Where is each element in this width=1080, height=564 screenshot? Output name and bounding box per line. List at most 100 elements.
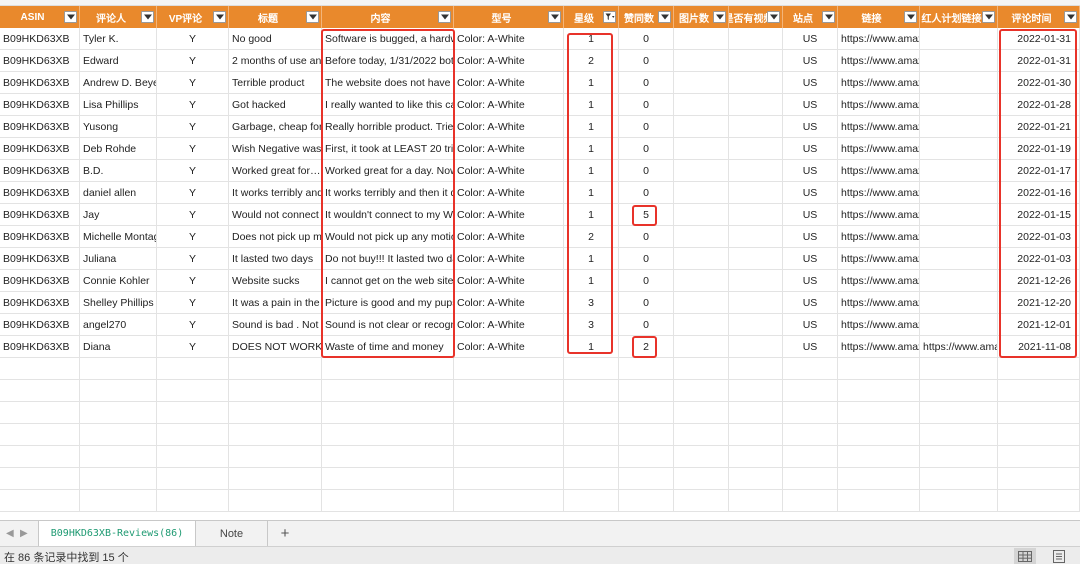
cell-site[interactable]: [783, 380, 838, 402]
cell-title[interactable]: Worked great for….: [229, 160, 322, 182]
cell-rating[interactable]: [564, 402, 619, 424]
cell-images[interactable]: [674, 292, 729, 314]
page-view-icon[interactable]: [1048, 548, 1070, 564]
cell-likes[interactable]: 0: [619, 248, 674, 270]
cell-site[interactable]: US: [783, 226, 838, 248]
cell-date[interactable]: 2021-11-08: [998, 336, 1080, 358]
cell-vp[interactable]: [157, 380, 229, 402]
cell-images[interactable]: [674, 314, 729, 336]
cell-asin[interactable]: [0, 358, 80, 380]
cell-model[interactable]: Color: A-White: [454, 270, 564, 292]
cell-link[interactable]: https://www.amazo: [838, 50, 920, 72]
cell-asin[interactable]: [0, 490, 80, 512]
filter-dropdown-icon[interactable]: [64, 11, 77, 23]
cell-rating[interactable]: [564, 424, 619, 446]
cell-rating[interactable]: 1: [564, 116, 619, 138]
cell-link[interactable]: https://www.amazo: [838, 292, 920, 314]
cell-video[interactable]: [729, 358, 783, 380]
filter-dropdown-icon[interactable]: [658, 11, 671, 23]
cell-model[interactable]: [454, 468, 564, 490]
cell-date[interactable]: 2021-12-26: [998, 270, 1080, 292]
cell-video[interactable]: [729, 270, 783, 292]
cell-content[interactable]: Really horrible product. Tried t: [322, 116, 454, 138]
filter-dropdown-icon[interactable]: [1064, 11, 1077, 23]
cell-influencer-link[interactable]: [920, 314, 998, 336]
cell-images[interactable]: [674, 358, 729, 380]
cell-asin[interactable]: B09HKD63XB: [0, 292, 80, 314]
cell-site[interactable]: US: [783, 248, 838, 270]
cell-model[interactable]: [454, 358, 564, 380]
cell-date[interactable]: 2021-12-20: [998, 292, 1080, 314]
cell-likes[interactable]: [619, 468, 674, 490]
cell-reviewer[interactable]: Diana: [80, 336, 157, 358]
cell-video[interactable]: [729, 314, 783, 336]
cell-link[interactable]: https://www.amazo: [838, 182, 920, 204]
cell-rating[interactable]: 1: [564, 160, 619, 182]
cell-rating[interactable]: 1: [564, 248, 619, 270]
cell-site[interactable]: US: [783, 160, 838, 182]
cell-influencer-link[interactable]: [920, 160, 998, 182]
cell-link[interactable]: https://www.amazo: [838, 94, 920, 116]
cell-reviewer[interactable]: [80, 468, 157, 490]
cell-title[interactable]: DOES NOT WORK: [229, 336, 322, 358]
cell-model[interactable]: Color: A-White: [454, 226, 564, 248]
cell-date[interactable]: [998, 490, 1080, 512]
cell-video[interactable]: [729, 292, 783, 314]
cell-content[interactable]: Worked great for a day. Now w: [322, 160, 454, 182]
cell-reviewer[interactable]: [80, 380, 157, 402]
cell-vp[interactable]: Y: [157, 28, 229, 50]
cell-images[interactable]: [674, 380, 729, 402]
cell-rating[interactable]: 2: [564, 50, 619, 72]
cell-link[interactable]: https://www.amazo: [838, 28, 920, 50]
cell-model[interactable]: Color: A-White: [454, 72, 564, 94]
cell-reviewer[interactable]: angel270: [80, 314, 157, 336]
cell-model[interactable]: [454, 402, 564, 424]
cell-asin[interactable]: [0, 468, 80, 490]
cell-likes[interactable]: [619, 490, 674, 512]
cell-rating[interactable]: 1: [564, 72, 619, 94]
cell-date[interactable]: 2022-01-21: [998, 116, 1080, 138]
cell-link[interactable]: https://www.amazo: [838, 336, 920, 358]
cell-influencer-link[interactable]: https://www.amaz: [920, 336, 998, 358]
cell-reviewer[interactable]: Edward: [80, 50, 157, 72]
tab-reviews-sheet[interactable]: B09HKD63XB-Reviews(86): [38, 521, 196, 546]
cell-influencer-link[interactable]: [920, 72, 998, 94]
cell-title[interactable]: No good: [229, 28, 322, 50]
cell-influencer-link[interactable]: [920, 116, 998, 138]
cell-influencer-link[interactable]: [920, 50, 998, 72]
cell-site[interactable]: US: [783, 138, 838, 160]
cell-rating[interactable]: [564, 358, 619, 380]
cell-content[interactable]: It works terribly and then it do: [322, 182, 454, 204]
cell-title[interactable]: Would not connect o: [229, 204, 322, 226]
cell-asin[interactable]: B09HKD63XB: [0, 72, 80, 94]
cell-link[interactable]: [838, 490, 920, 512]
cell-model[interactable]: Color: A-White: [454, 314, 564, 336]
cell-asin[interactable]: B09HKD63XB: [0, 28, 80, 50]
cell-content[interactable]: Software is bugged, a hardwire: [322, 28, 454, 50]
cell-site[interactable]: [783, 446, 838, 468]
cell-model[interactable]: Color: A-White: [454, 94, 564, 116]
cell-vp[interactable]: Y: [157, 248, 229, 270]
cell-reviewer[interactable]: Connie Kohler: [80, 270, 157, 292]
cell-content[interactable]: Picture is good and my pups o: [322, 292, 454, 314]
cell-images[interactable]: [674, 336, 729, 358]
cell-images[interactable]: [674, 226, 729, 248]
cell-influencer-link[interactable]: [920, 182, 998, 204]
cell-asin[interactable]: B09HKD63XB: [0, 204, 80, 226]
cell-video[interactable]: [729, 248, 783, 270]
cell-site[interactable]: [783, 468, 838, 490]
cell-images[interactable]: [674, 446, 729, 468]
cell-likes[interactable]: [619, 358, 674, 380]
cell-vp[interactable]: Y: [157, 160, 229, 182]
cell-asin[interactable]: B09HKD63XB: [0, 94, 80, 116]
cell-video[interactable]: [729, 468, 783, 490]
cell-video[interactable]: [729, 72, 783, 94]
cell-content[interactable]: [322, 424, 454, 446]
cell-date[interactable]: 2022-01-03: [998, 248, 1080, 270]
cell-asin[interactable]: [0, 446, 80, 468]
cell-likes[interactable]: 0: [619, 94, 674, 116]
cell-site[interactable]: US: [783, 182, 838, 204]
cell-content[interactable]: Sound is not clear or recogniz: [322, 314, 454, 336]
filter-dropdown-icon[interactable]: [904, 11, 917, 23]
tab-note-sheet[interactable]: Note: [196, 521, 268, 546]
